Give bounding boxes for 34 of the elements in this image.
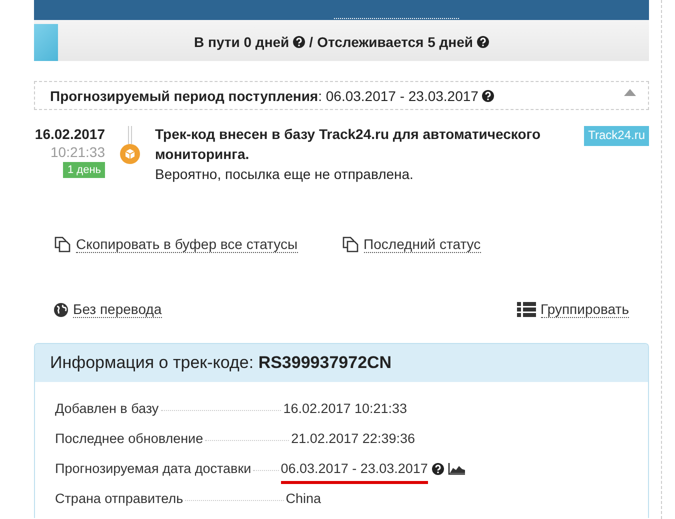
field-label: Добавлен в базу [55, 401, 159, 416]
duration-badge: 1 день [63, 162, 105, 178]
translation-link[interactable]: Без перевода [73, 301, 162, 318]
help-icon [293, 36, 306, 48]
help-icon [432, 462, 444, 474]
tracked-days: Отслеживается 5 дней [317, 34, 473, 50]
copy-link[interactable]: Последний статус [364, 236, 481, 253]
source-badge: Track24.ru [584, 126, 649, 146]
event-note: Вероятно, посылка еще не отправлена. [155, 165, 414, 184]
help-icon [482, 90, 494, 102]
copy-icon [54, 236, 71, 253]
globe-icon [54, 302, 68, 316]
corner-ribbon [34, 24, 58, 61]
collapse-icon[interactable] [624, 89, 636, 96]
group-link[interactable]: Группировать [540, 301, 629, 318]
field-label: Последнее обновление [55, 431, 204, 446]
help-icon [477, 36, 489, 48]
field-value: 21.02.2017 22:39:36 [291, 431, 415, 446]
transit-days: В пути 0 дней [194, 34, 290, 50]
field-value: China [286, 491, 321, 506]
field-label: Прогнозируемая дата доставки [55, 461, 252, 476]
list-icon [516, 302, 536, 317]
field-value: 06.03.2017 - 23.03.2017 [280, 461, 428, 476]
panel-title: Информация о трек-коде: RS399937972CN [50, 353, 392, 373]
field-value: 16.02.2017 10:21:33 [283, 401, 408, 416]
copy-link[interactable]: Скопировать в буфер все статусы [76, 236, 298, 253]
event-title: Трек-код внесен в базу Track24.ru для автоматического мониторинга. [155, 125, 542, 164]
event-date: 16.02.2017 [34, 126, 105, 142]
event-time: 10:21:33 [50, 144, 105, 160]
box-icon [120, 144, 140, 164]
separator: / [309, 34, 314, 50]
copy-icon [342, 236, 359, 253]
field-label: Страна отправитель [55, 491, 184, 506]
forecast-text: Прогнозируемый период поступления: 06.03.2017 - 23.03.2017 [50, 88, 478, 104]
